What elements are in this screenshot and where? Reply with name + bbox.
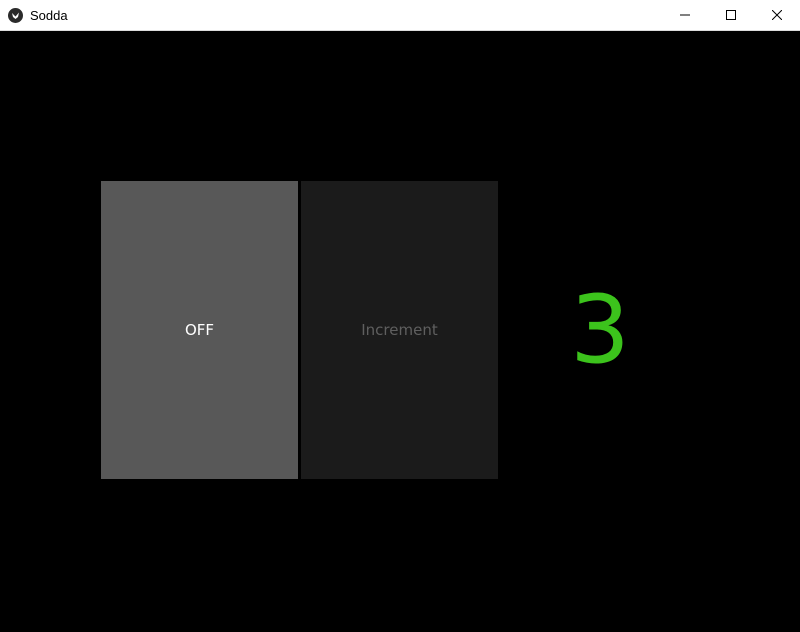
minimize-button[interactable]: [662, 0, 708, 30]
window-title: Sodda: [30, 8, 68, 23]
toggle-button[interactable]: OFF: [101, 181, 298, 479]
maximize-icon: [726, 10, 736, 20]
toggle-button-label: OFF: [184, 321, 215, 339]
close-button[interactable]: [754, 0, 800, 30]
increment-button[interactable]: Increment: [301, 181, 498, 479]
maximize-button[interactable]: [708, 0, 754, 30]
close-icon: [772, 10, 782, 20]
minimize-icon: [680, 14, 690, 16]
counter-display: 3: [570, 275, 630, 385]
app-icon: [8, 8, 23, 23]
increment-button-label: Increment: [361, 321, 438, 339]
title-bar[interactable]: Sodda: [0, 0, 800, 31]
app-window: Sodda OFF Increment 3: [0, 0, 800, 632]
